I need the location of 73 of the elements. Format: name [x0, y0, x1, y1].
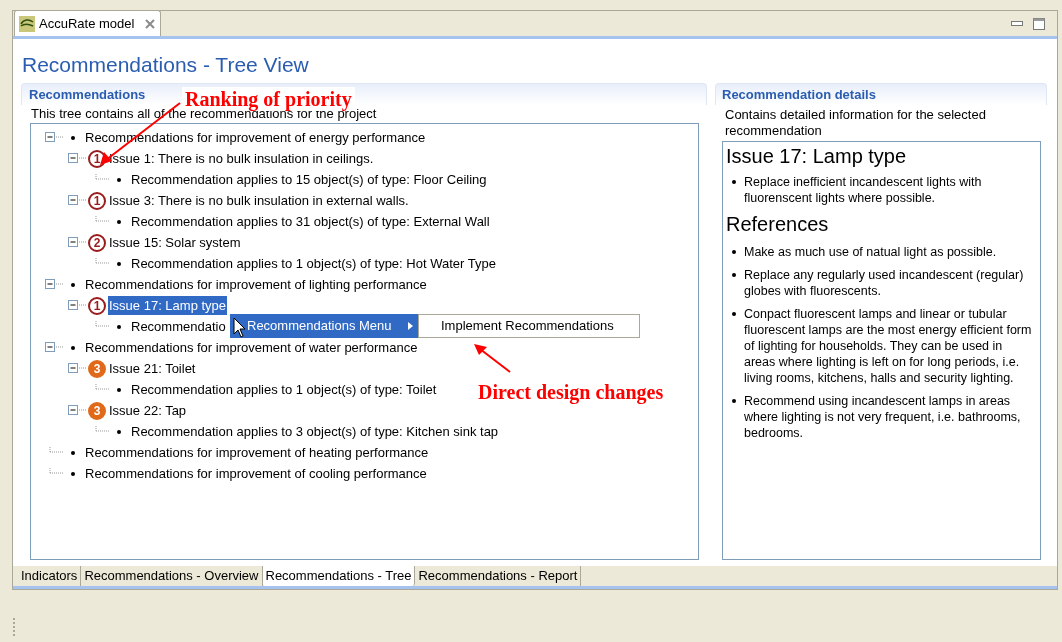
bullet-icon — [117, 219, 121, 224]
tree-item[interactable]: Recommendation applies to 15 object(s) of type: Floor Ceiling — [131, 169, 487, 190]
bullet-icon — [71, 450, 75, 455]
bullet-icon — [117, 387, 121, 392]
menu-item[interactable]: Recommendations Menu — [230, 314, 418, 338]
tree-item[interactable]: Recommendation applies to 1 object(s) of type: Hot Water Type — [131, 253, 496, 274]
annotation-label: Direct design changes — [478, 380, 664, 404]
reference-text: Recommend using incandescent lamps in areas where lighting is not very frequent, i.e. bathrooms, bedrooms. — [744, 393, 1022, 441]
mouse-cursor-icon — [233, 317, 247, 339]
tree-item[interactable]: Issue 15: Solar system — [108, 232, 242, 253]
tree-item[interactable]: Issue 17: Lamp type — [108, 295, 228, 316]
page-tab[interactable]: Indicators — [18, 566, 82, 586]
collapse-icon[interactable] — [68, 405, 88, 416]
collapse-icon[interactable] — [68, 195, 88, 206]
tree-item[interactable]: Issue 21: Toilet — [108, 358, 197, 379]
tree-item[interactable]: Recommendations for improvement of heating performance — [85, 442, 429, 463]
recommendation-text: Replace inefficient incandescent lights with fluorenscent lights where possible. — [744, 174, 983, 206]
bullet-icon — [117, 261, 121, 266]
tree-item[interactable]: Recommendation applies to 3 object(s) of type: Kitchen sink tap — [131, 421, 499, 442]
collapse-icon[interactable] — [68, 300, 88, 311]
tree-item[interactable]: Recommendatio — [131, 316, 226, 337]
reference-text: Make as much use of natual light as possible. — [744, 244, 997, 260]
close-icon[interactable] — [144, 17, 157, 30]
bullet-icon — [732, 273, 736, 277]
tree-item[interactable]: Issue 22: Tap — [108, 400, 188, 421]
page-tab[interactable]: Recommendations - Overview — [81, 566, 263, 586]
collapse-icon[interactable] — [45, 342, 65, 353]
bullet-icon — [117, 324, 121, 329]
reference-text: Replace any regularly used incandescent (regular) globes with fluorescents. — [744, 267, 1025, 299]
tree-item[interactable]: Recommendations for improvement of cooling performance — [85, 463, 427, 484]
references-heading: References — [726, 212, 830, 237]
page-tab[interactable]: Recommendations - Tree — [262, 566, 416, 586]
tree-item[interactable]: Recommendation applies to 1 object(s) of type: Toilet — [131, 379, 437, 400]
tree-item[interactable]: Issue 1: There is no bulk insulation in ceilings. — [108, 148, 375, 169]
collapse-icon[interactable] — [45, 132, 65, 143]
bullet-icon — [71, 345, 75, 350]
bullet-icon — [117, 177, 121, 182]
bullet-icon — [71, 135, 75, 140]
tree-item[interactable]: Issue 3: There is no bulk insulation in external walls. — [108, 190, 410, 211]
submenu-arrow-icon — [408, 322, 413, 330]
details-heading: Issue 17: Lamp type — [726, 144, 908, 169]
bullet-icon — [117, 429, 121, 434]
bullet-icon — [732, 180, 736, 184]
collapse-icon[interactable] — [45, 279, 65, 290]
bullet-icon — [71, 471, 75, 476]
bullet-icon — [71, 282, 75, 287]
section-header: Recommendation details — [715, 83, 1047, 105]
editor-tab-title: AccuRate model — [39, 14, 135, 33]
page-tab[interactable]: Recommendations - Report — [415, 566, 582, 586]
tree-item[interactable]: Recommendations for improvement of water performance — [85, 337, 418, 358]
collapse-icon[interactable] — [68, 237, 88, 248]
tree-item[interactable]: Recommendation applies to 31 object(s) of type: External Wall — [131, 211, 490, 232]
section-description: Contains detailed information for the selected recommendation — [725, 106, 987, 140]
bullet-icon — [732, 250, 736, 254]
grip-icon — [13, 618, 16, 636]
editor-tab[interactable]: AccuRate model — [14, 10, 162, 36]
priority-badge: 1 — [88, 191, 106, 210]
page-title: Recommendations - Tree View — [22, 52, 310, 78]
maximize-icon[interactable] — [1033, 18, 1045, 30]
annotation-arrow — [472, 342, 512, 374]
tree-item[interactable]: Recommendations for improvement of lighting performance — [85, 274, 427, 295]
collapse-icon[interactable] — [68, 363, 88, 374]
priority-badge: 3 — [88, 359, 106, 378]
priority-badge: 3 — [88, 401, 106, 420]
menu-item[interactable]: Implement Recommendations — [419, 315, 639, 337]
model-icon — [19, 15, 35, 32]
minimize-icon[interactable] — [1011, 21, 1023, 27]
collapse-icon[interactable] — [68, 153, 88, 164]
bullet-icon — [732, 312, 736, 316]
bullet-icon — [732, 399, 736, 403]
priority-badge: 2 — [88, 233, 106, 252]
reference-text: Conpact fluorescent lamps and linear or tubular fluorescent lamps are the most energy efficient form of lighting for households. They can be used in areas where lighting is left on for long periods, i.e. living rooms, kitchens, halls and security lighting. — [744, 306, 1033, 386]
priority-badge: 1 — [88, 296, 106, 315]
